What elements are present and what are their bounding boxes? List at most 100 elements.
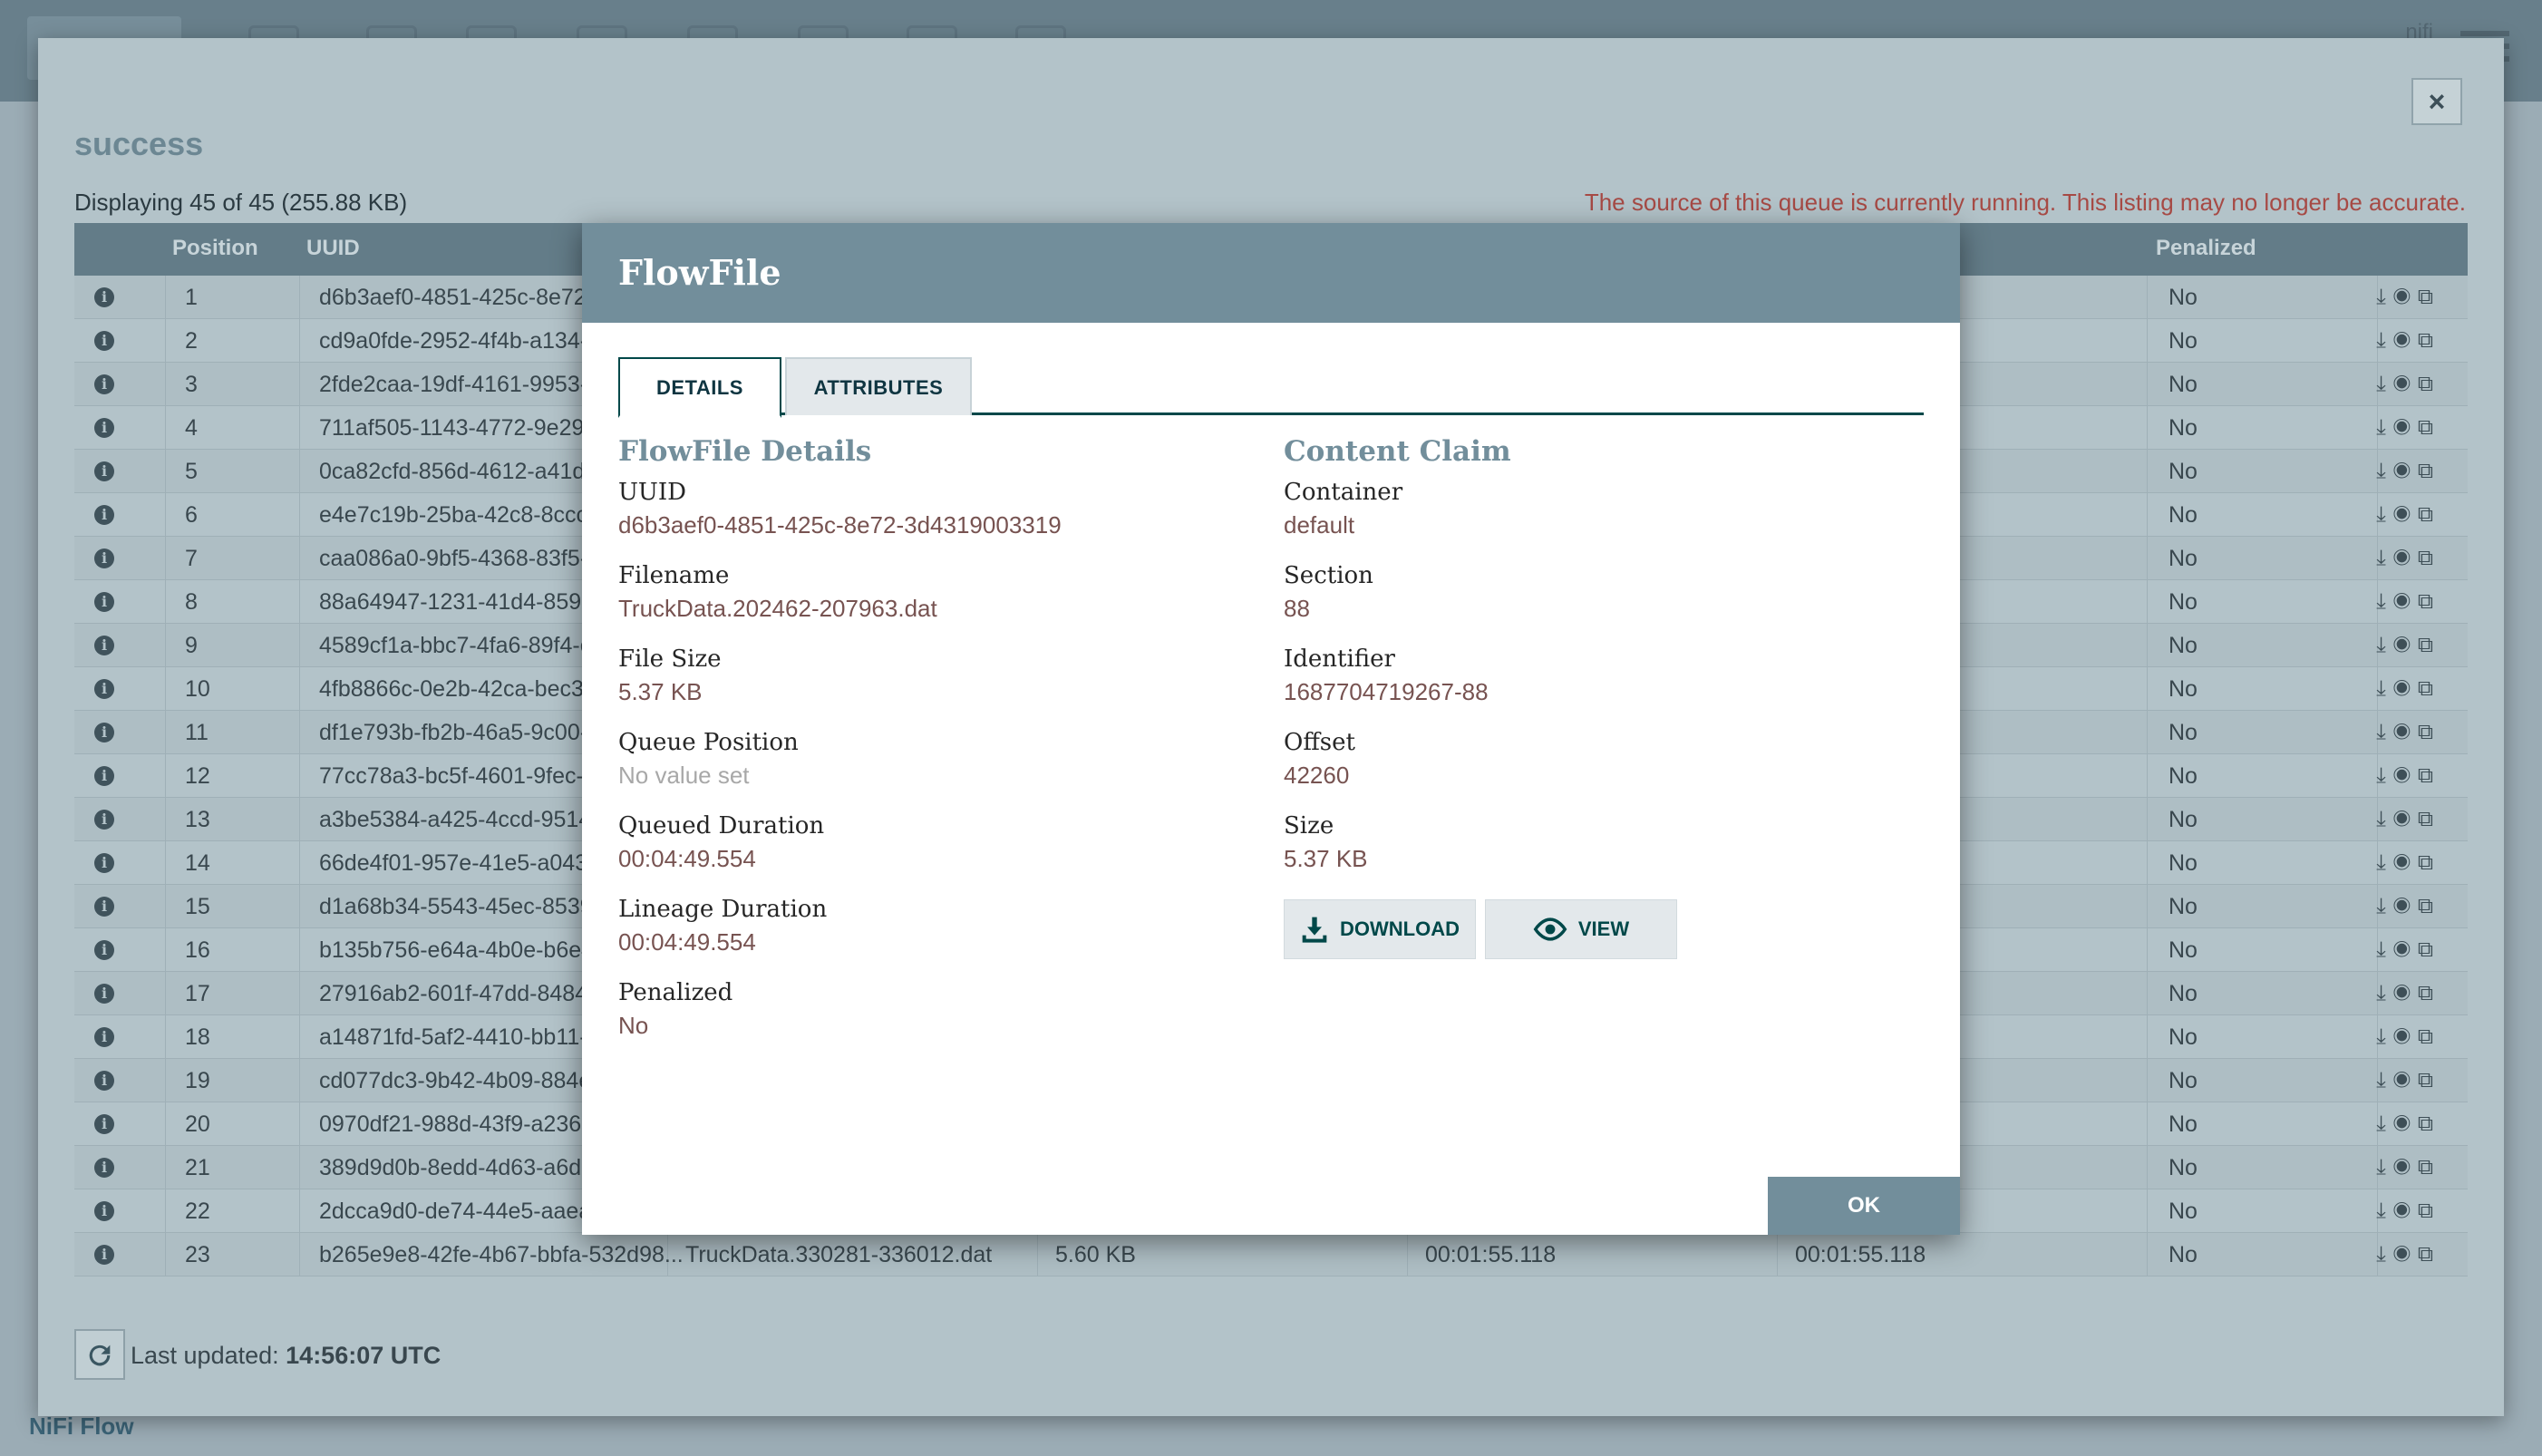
download-icon[interactable]: ⤓ — [2376, 1068, 2393, 1092]
column-penalized[interactable]: Penalized — [2156, 236, 2256, 261]
info-icon[interactable]: i — [94, 505, 114, 525]
info-icon[interactable]: i — [94, 679, 114, 699]
provenance-icon[interactable]: ⧉ — [2418, 633, 2440, 657]
column-position[interactable]: Position — [172, 236, 258, 261]
download-icon[interactable]: ⤓ — [2376, 850, 2393, 875]
info-icon[interactable]: i — [94, 331, 114, 351]
provenance-icon[interactable]: ⧉ — [2418, 1242, 2440, 1267]
provenance-icon[interactable]: ⧉ — [2418, 459, 2440, 483]
info-icon[interactable]: i — [94, 897, 114, 917]
provenance-icon[interactable]: ⧉ — [2418, 894, 2440, 918]
download-icon[interactable]: ⤓ — [2376, 1199, 2393, 1223]
download-icon[interactable]: ⤓ — [2376, 1155, 2393, 1179]
download-icon[interactable]: ⤓ — [2376, 589, 2393, 614]
provenance-icon[interactable]: ⧉ — [2418, 1199, 2440, 1223]
download-icon[interactable]: ⤓ — [2376, 372, 2393, 396]
info-icon[interactable]: i — [94, 548, 114, 568]
download-icon[interactable]: ⤓ — [2376, 459, 2393, 483]
provenance-icon[interactable]: ⧉ — [2418, 1024, 2440, 1049]
download-icon[interactable]: ⤓ — [2376, 807, 2393, 831]
info-icon[interactable]: i — [94, 418, 114, 438]
provenance-icon[interactable]: ⧉ — [2418, 937, 2440, 962]
refresh-button[interactable] — [74, 1329, 125, 1380]
info-icon[interactable]: i — [94, 940, 114, 960]
download-icon[interactable]: ⤓ — [2376, 285, 2393, 309]
provenance-icon[interactable]: ⧉ — [2418, 981, 2440, 1005]
eye-icon[interactable]: ◉ — [2393, 894, 2418, 918]
tab-attributes[interactable]: ATTRIBUTES — [785, 357, 972, 415]
eye-icon[interactable]: ◉ — [2393, 633, 2418, 657]
provenance-icon[interactable]: ⧉ — [2418, 328, 2440, 353]
info-icon[interactable]: i — [94, 636, 114, 655]
info-icon[interactable]: i — [94, 1245, 114, 1265]
provenance-icon[interactable]: ⧉ — [2418, 589, 2440, 614]
eye-icon[interactable]: ◉ — [2393, 1024, 2418, 1049]
download-icon[interactable]: ⤓ — [2376, 633, 2393, 657]
info-icon[interactable]: i — [94, 1158, 114, 1178]
close-icon[interactable]: × — [2411, 78, 2462, 125]
eye-icon[interactable]: ◉ — [2393, 981, 2418, 1005]
eye-icon[interactable]: ◉ — [2393, 1068, 2418, 1092]
download-icon[interactable]: ⤓ — [2376, 415, 2393, 440]
provenance-icon[interactable]: ⧉ — [2418, 1111, 2440, 1136]
download-button[interactable]: DOWNLOAD — [1284, 899, 1476, 959]
info-icon[interactable]: i — [94, 287, 114, 307]
provenance-icon[interactable]: ⧉ — [2418, 415, 2440, 440]
eye-icon[interactable]: ◉ — [2393, 850, 2418, 875]
eye-icon[interactable]: ◉ — [2393, 720, 2418, 744]
download-icon[interactable]: ⤓ — [2376, 1242, 2393, 1267]
download-icon[interactable]: ⤓ — [2376, 1024, 2393, 1049]
info-icon[interactable]: i — [94, 810, 114, 830]
eye-icon[interactable]: ◉ — [2393, 502, 2418, 527]
provenance-icon[interactable]: ⧉ — [2418, 502, 2440, 527]
info-icon[interactable]: i — [94, 1027, 114, 1047]
eye-icon[interactable]: ◉ — [2393, 1199, 2418, 1223]
eye-icon[interactable]: ◉ — [2393, 807, 2418, 831]
download-icon[interactable]: ⤓ — [2376, 894, 2393, 918]
download-icon[interactable]: ⤓ — [2376, 763, 2393, 788]
provenance-icon[interactable]: ⧉ — [2418, 1155, 2440, 1179]
eye-icon[interactable]: ◉ — [2393, 372, 2418, 396]
eye-icon[interactable]: ◉ — [2393, 1111, 2418, 1136]
eye-icon[interactable]: ◉ — [2393, 459, 2418, 483]
provenance-icon[interactable]: ⧉ — [2418, 850, 2440, 875]
provenance-icon[interactable]: ⧉ — [2418, 676, 2440, 701]
eye-icon[interactable]: ◉ — [2393, 415, 2418, 440]
download-icon[interactable]: ⤓ — [2376, 720, 2393, 744]
info-icon[interactable]: i — [94, 766, 114, 786]
eye-icon[interactable]: ◉ — [2393, 546, 2418, 570]
eye-icon[interactable]: ◉ — [2393, 1242, 2418, 1267]
provenance-icon[interactable]: ⧉ — [2418, 807, 2440, 831]
eye-icon[interactable]: ◉ — [2393, 285, 2418, 309]
download-icon[interactable]: ⤓ — [2376, 981, 2393, 1005]
provenance-icon[interactable]: ⧉ — [2418, 763, 2440, 788]
view-button[interactable]: VIEW — [1485, 899, 1677, 959]
download-icon[interactable]: ⤓ — [2376, 1111, 2393, 1136]
column-uuid[interactable]: UUID — [306, 236, 360, 261]
ok-button[interactable]: OK — [1768, 1177, 1960, 1235]
eye-icon[interactable]: ◉ — [2393, 763, 2418, 788]
info-icon[interactable]: i — [94, 1071, 114, 1091]
info-icon[interactable]: i — [94, 984, 114, 1004]
eye-icon[interactable]: ◉ — [2393, 1155, 2418, 1179]
provenance-icon[interactable]: ⧉ — [2418, 372, 2440, 396]
provenance-icon[interactable]: ⧉ — [2418, 720, 2440, 744]
provenance-icon[interactable]: ⧉ — [2418, 1068, 2440, 1092]
eye-icon[interactable]: ◉ — [2393, 328, 2418, 353]
eye-icon[interactable]: ◉ — [2393, 676, 2418, 701]
eye-icon[interactable]: ◉ — [2393, 589, 2418, 614]
info-icon[interactable]: i — [94, 592, 114, 612]
table-row[interactable]: i 23 b265e9e8-42fe-4b67-bbfa-532d98... Truc… — [74, 1233, 2468, 1276]
info-icon[interactable]: i — [94, 1201, 114, 1221]
download-icon[interactable]: ⤓ — [2376, 502, 2393, 527]
download-icon[interactable]: ⤓ — [2376, 676, 2393, 701]
tab-details[interactable]: DETAILS — [618, 357, 781, 418]
download-icon[interactable]: ⤓ — [2376, 328, 2393, 353]
info-icon[interactable]: i — [94, 461, 114, 481]
download-icon[interactable]: ⤓ — [2376, 546, 2393, 570]
download-icon[interactable]: ⤓ — [2376, 937, 2393, 962]
provenance-icon[interactable]: ⧉ — [2418, 285, 2440, 309]
info-icon[interactable]: i — [94, 374, 114, 394]
eye-icon[interactable]: ◉ — [2393, 937, 2418, 962]
provenance-icon[interactable]: ⧉ — [2418, 546, 2440, 570]
